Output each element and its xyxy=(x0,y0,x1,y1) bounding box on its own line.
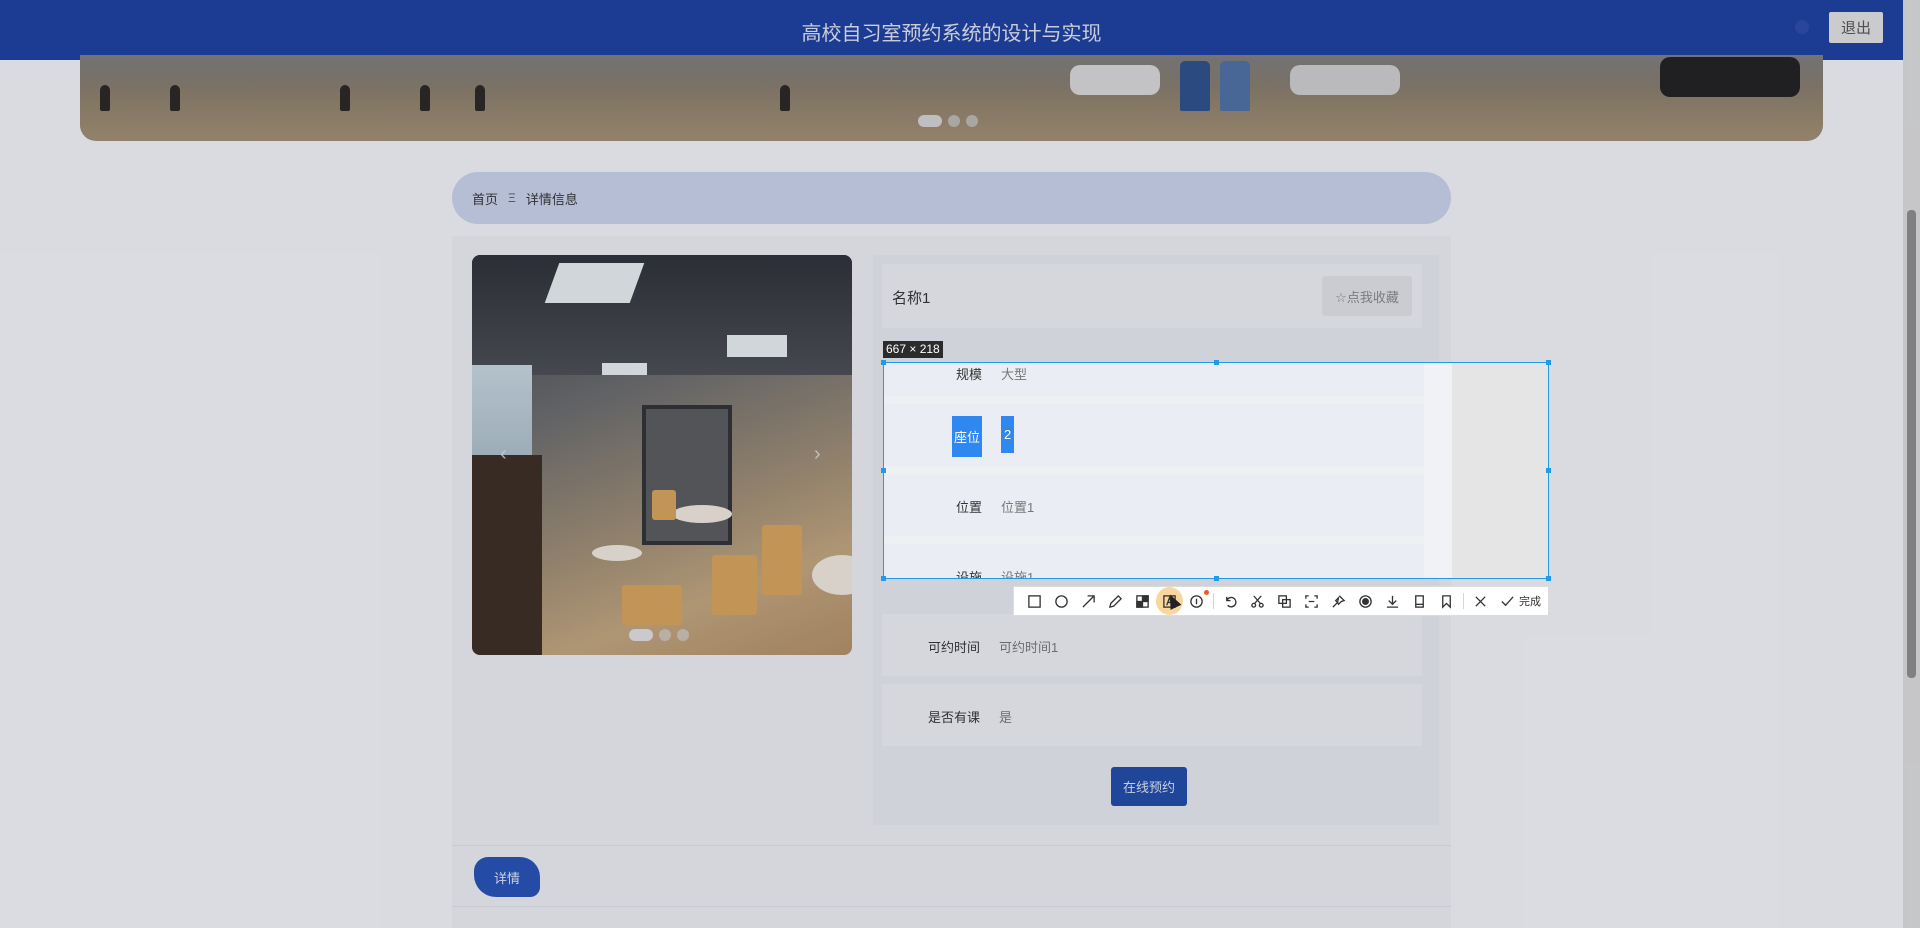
field-value: 2 xyxy=(1001,416,1015,453)
field-value: 是 xyxy=(999,710,1013,725)
pencil-icon[interactable] xyxy=(1102,587,1129,615)
top-navbar: 高校自习室预约系统的设计与实现 退出 xyxy=(0,0,1903,60)
carousel-dot[interactable] xyxy=(966,115,978,127)
resize-handle[interactable] xyxy=(1214,360,1219,365)
rectangle-icon[interactable] xyxy=(1021,587,1048,615)
ocr-scan-icon[interactable] xyxy=(1298,587,1325,615)
pin-icon[interactable] xyxy=(1325,587,1352,615)
selection-size-label: 667 × 218 xyxy=(883,341,943,358)
capture-selection-region[interactable]: 规模 大型 座位 2 位置 位置1 设施 设施1 xyxy=(883,362,1549,579)
room-name: 名称1 xyxy=(892,290,931,307)
carousel-dot[interactable] xyxy=(948,115,960,127)
close-icon[interactable] xyxy=(1467,587,1494,615)
resize-handle[interactable] xyxy=(1546,468,1551,473)
carousel-dot[interactable] xyxy=(659,629,671,641)
photo-carousel-dots xyxy=(629,629,689,641)
undo-icon[interactable] xyxy=(1217,587,1244,615)
field-row-facilities: 设施 设施1 xyxy=(884,544,1424,579)
carousel-dot[interactable] xyxy=(677,629,689,641)
color-indicator xyxy=(1204,590,1209,595)
field-row-scale: 规模 大型 xyxy=(884,363,1424,396)
resize-handle[interactable] xyxy=(1546,360,1551,365)
room-photo-carousel[interactable]: ‹ › xyxy=(472,255,852,655)
translate-icon[interactable] xyxy=(1271,587,1298,615)
phone-icon[interactable] xyxy=(1406,587,1433,615)
site-title: 高校自习室预约系统的设计与实现 xyxy=(801,23,1102,45)
tab-details[interactable]: 详情 xyxy=(474,857,540,897)
crop-scissors-icon[interactable] xyxy=(1244,587,1271,615)
user-icon[interactable] xyxy=(1795,20,1809,34)
done-label: 完成 xyxy=(1519,596,1541,608)
carousel-dot[interactable] xyxy=(629,629,653,641)
download-icon[interactable] xyxy=(1379,587,1406,615)
field-value: 位置1 xyxy=(1001,500,1035,515)
resize-handle[interactable] xyxy=(1214,576,1219,581)
capture-toolbar: 完成 xyxy=(1013,586,1549,616)
field-label: 规模 xyxy=(955,367,982,382)
logout-button[interactable]: 退出 xyxy=(1829,12,1883,43)
resize-handle[interactable] xyxy=(1546,576,1551,581)
resize-handle[interactable] xyxy=(881,468,886,473)
chevron-left-icon[interactable]: ‹ xyxy=(500,443,507,466)
bookmark-icon[interactable] xyxy=(1433,587,1460,615)
field-row-schedule: 可约时间 可约时间1 xyxy=(882,614,1422,676)
page-scrollbar[interactable] xyxy=(1903,0,1920,928)
detail-tab-bar xyxy=(452,845,1451,928)
field-label: 是否有课 xyxy=(927,710,980,725)
resize-handle[interactable] xyxy=(881,576,886,581)
done-button[interactable]: 完成 xyxy=(1494,587,1541,615)
field-row-has-class: 是否有课 是 xyxy=(882,684,1422,746)
chevron-right-icon[interactable]: › xyxy=(814,443,821,466)
field-value: 可约时间1 xyxy=(999,640,1059,655)
field-label: 座位 xyxy=(951,416,982,457)
carousel-dot[interactable] xyxy=(918,115,942,127)
arrow-icon[interactable] xyxy=(1075,587,1102,615)
field-label: 设施 xyxy=(955,570,982,579)
breadcrumb-home[interactable]: 首页 xyxy=(472,189,498,208)
banner-carousel-dots xyxy=(918,115,978,127)
breadcrumb-separator: Ξ xyxy=(508,191,516,205)
field-row-location: 位置 位置1 xyxy=(884,474,1424,536)
field-label: 可约时间 xyxy=(927,640,980,655)
mosaic-icon[interactable] xyxy=(1129,587,1156,615)
resize-handle[interactable] xyxy=(881,360,886,365)
checkmark-icon xyxy=(1498,587,1516,615)
hero-banner xyxy=(80,55,1823,141)
record-icon[interactable] xyxy=(1352,587,1379,615)
scrollbar-thumb[interactable] xyxy=(1907,210,1916,678)
field-row-seats: 座位 2 xyxy=(884,404,1424,466)
number-marker-icon[interactable] xyxy=(1183,587,1210,615)
book-online-button[interactable]: 在线预约 xyxy=(1111,767,1187,806)
field-value: 设施1 xyxy=(1001,570,1035,579)
favorite-button[interactable]: ☆点我收藏 xyxy=(1322,276,1412,316)
field-label: 位置 xyxy=(955,500,982,515)
ellipse-icon[interactable] xyxy=(1048,587,1075,615)
field-value: 大型 xyxy=(1001,367,1028,382)
breadcrumb: 首页 Ξ 详情信息 xyxy=(452,172,1451,224)
breadcrumb-current: 详情信息 xyxy=(525,191,578,207)
